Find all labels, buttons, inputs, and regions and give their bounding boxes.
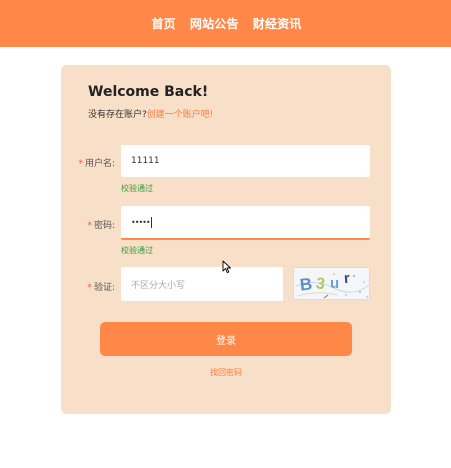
signup-prompt-text: 没有存在账户? bbox=[88, 110, 147, 120]
captcha-placeholder: 不区分大小写 bbox=[131, 280, 186, 291]
nav-item-finance-news[interactable]: 财经资讯 bbox=[253, 15, 302, 32]
forgot-password-link[interactable]: 找回密码 bbox=[61, 367, 391, 378]
required-mark: * bbox=[87, 283, 92, 293]
username-validation-message: 校验通过 bbox=[121, 184, 153, 193]
text-caret bbox=[150, 216, 152, 228]
captcha-label-text: 验证: bbox=[93, 283, 115, 293]
captcha-char-3: 3 bbox=[315, 275, 326, 293]
username-label: * 用户名: bbox=[61, 156, 115, 169]
main-nav: 首页 网站公告 财经资讯 bbox=[151, 15, 301, 32]
captcha-image[interactable]: B 3 u r bbox=[293, 267, 370, 300]
login-title: Welcome Back! bbox=[88, 84, 209, 100]
login-card: Welcome Back! 没有存在账户?创建一个账户吧! * 用户名: 1111… bbox=[61, 65, 391, 414]
password-label: * 密码: bbox=[61, 218, 115, 231]
captcha-char-b: B bbox=[299, 274, 313, 294]
top-nav-bar: 首页 网站公告 财经资讯 bbox=[0, 0, 451, 47]
mouse-cursor-icon bbox=[222, 260, 232, 279]
captcha-char-u: u bbox=[330, 275, 339, 292]
captcha-graphic: B 3 u r bbox=[295, 270, 369, 299]
password-label-text: 密码: bbox=[93, 221, 115, 231]
captcha-char-r: r bbox=[343, 270, 350, 287]
captcha-label: * 验证: bbox=[61, 280, 115, 293]
nav-item-home[interactable]: 首页 bbox=[151, 15, 175, 32]
password-input[interactable]: ••••• bbox=[121, 206, 370, 240]
nav-item-announcements[interactable]: 网站公告 bbox=[190, 15, 239, 32]
required-mark: * bbox=[87, 221, 92, 231]
signup-prompt: 没有存在账户?创建一个账户吧! bbox=[88, 107, 213, 120]
create-account-link[interactable]: 创建一个账户吧! bbox=[147, 110, 214, 120]
username-input[interactable]: 11111 bbox=[121, 145, 370, 177]
captcha-input[interactable]: 不区分大小写 bbox=[121, 267, 283, 301]
password-value: ••••• bbox=[131, 217, 151, 227]
username-value: 11111 bbox=[131, 156, 160, 166]
password-validation-message: 校验通过 bbox=[121, 246, 153, 255]
required-mark: * bbox=[78, 159, 83, 169]
login-button[interactable]: 登录 bbox=[100, 322, 352, 356]
username-label-text: 用户名: bbox=[84, 159, 115, 169]
